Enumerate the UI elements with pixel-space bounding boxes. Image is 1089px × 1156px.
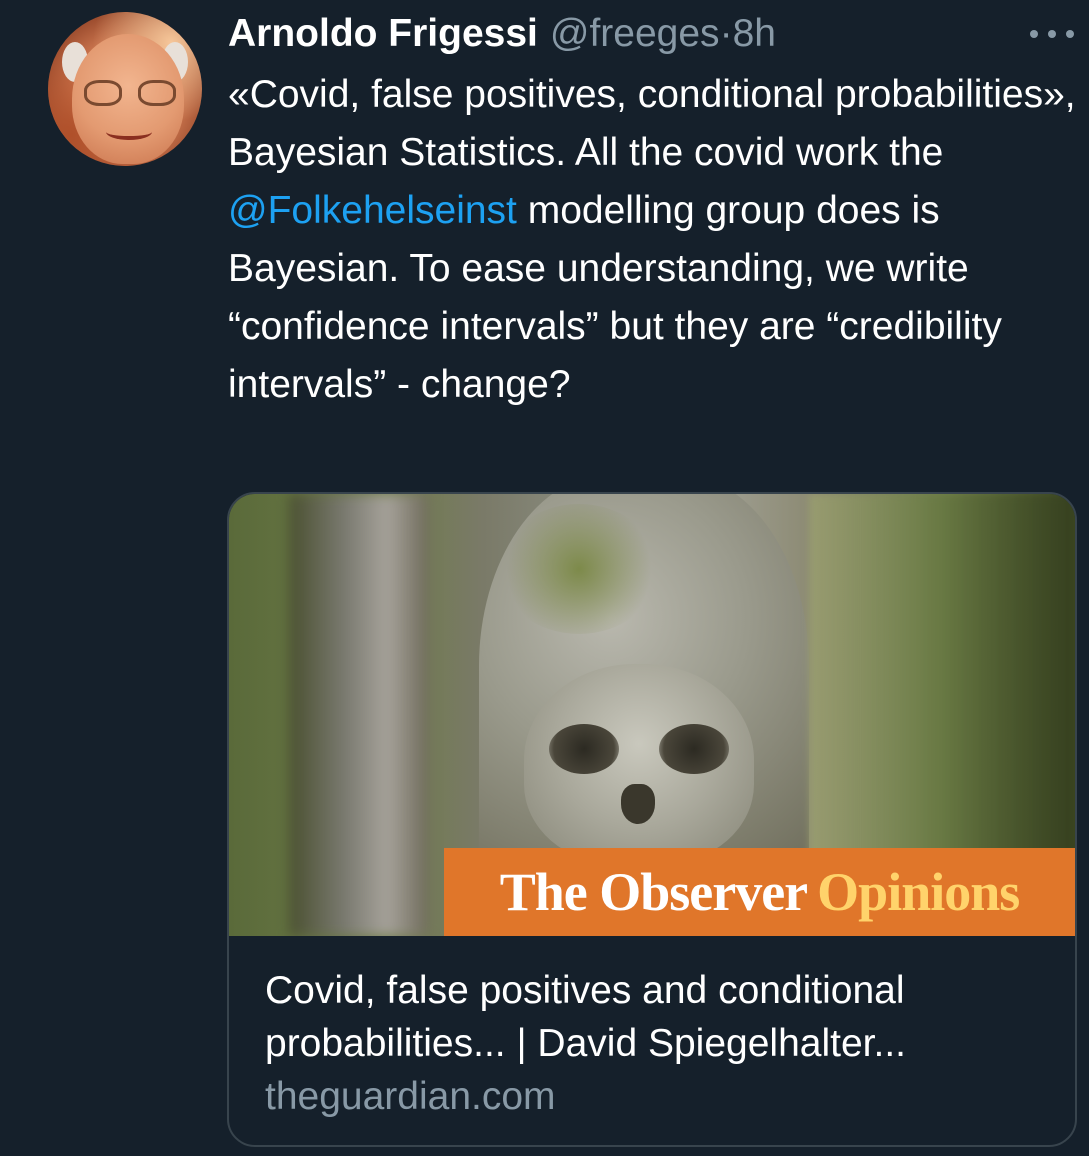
observer-opinions-banner: The Observer Opinions bbox=[444, 848, 1075, 936]
more-horizontal-icon[interactable] bbox=[1030, 22, 1074, 46]
banner-observer-text: The Observer bbox=[499, 862, 808, 922]
card-image: The Observer Opinions bbox=[229, 494, 1075, 936]
card-image-nose bbox=[621, 784, 655, 824]
link-card[interactable]: The Observer Opinions Covid, false posit… bbox=[227, 492, 1077, 1147]
avatar-glasses bbox=[84, 80, 176, 110]
avatar[interactable] bbox=[48, 12, 202, 166]
tweet-text-part: «Covid, false positives, conditional pro… bbox=[228, 73, 1076, 174]
card-image-eye-left bbox=[549, 724, 619, 774]
card-image-moss bbox=[499, 504, 659, 634]
more-dot bbox=[1048, 30, 1056, 38]
tweet-text: «Covid, false positives, conditional pro… bbox=[228, 66, 1078, 414]
card-title: Covid, false positives and conditional p… bbox=[265, 969, 906, 1065]
card-domain: theguardian.com bbox=[265, 1075, 556, 1118]
tweet-header: Arnoldo Frigessi @freeges·8h bbox=[228, 12, 776, 56]
more-dot bbox=[1030, 30, 1038, 38]
banner-opinions-text: Opinions bbox=[817, 862, 1020, 922]
avatar-glasses-lens-right bbox=[138, 80, 176, 106]
tweet-timestamp[interactable]: 8h bbox=[733, 12, 776, 55]
card-image-eye-right bbox=[659, 724, 729, 774]
more-dot bbox=[1066, 30, 1074, 38]
card-text: Covid, false positives and conditional p… bbox=[265, 964, 1055, 1123]
tweet[interactable]: Arnoldo Frigessi @freeges·8h «Covid, fals… bbox=[0, 0, 1089, 1156]
avatar-glasses-lens-left bbox=[84, 80, 122, 106]
mention-link[interactable]: @Folkehelseinst bbox=[228, 189, 517, 232]
author-name[interactable]: Arnoldo Frigessi bbox=[228, 12, 538, 55]
card-image-blur-left bbox=[289, 494, 429, 936]
avatar-mouth bbox=[106, 124, 152, 140]
header-separator: · bbox=[719, 12, 733, 55]
author-handle[interactable]: @freeges bbox=[550, 12, 720, 55]
